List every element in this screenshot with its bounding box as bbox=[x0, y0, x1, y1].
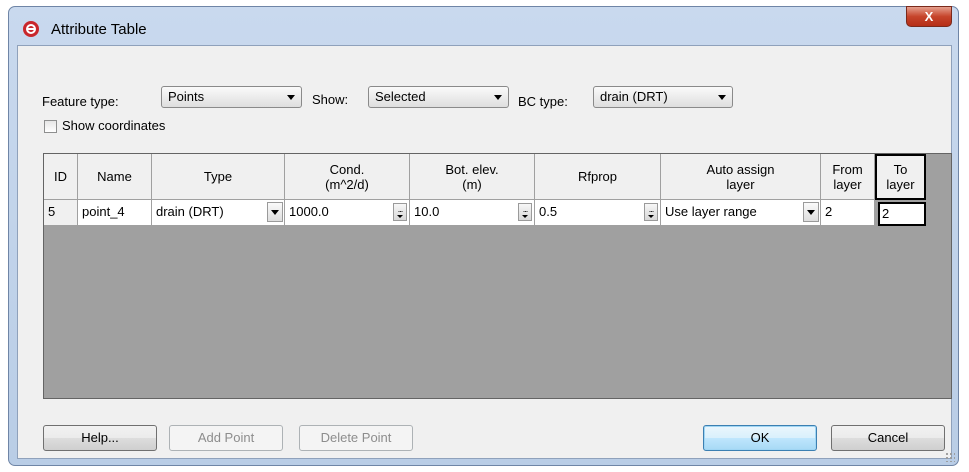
column-header-from-layer[interactable]: From layer bbox=[821, 154, 875, 200]
show-label: Show: bbox=[312, 92, 349, 107]
rfprop-value: 0.5 bbox=[539, 204, 558, 219]
cond-spinner[interactable]: ... bbox=[393, 203, 407, 221]
table-cell-bot-elev[interactable]: 10.0 ... bbox=[410, 200, 535, 226]
column-header-cond-line2: (m^2/d) bbox=[325, 176, 369, 192]
table-cell-to-layer[interactable]: 2 bbox=[878, 202, 926, 226]
column-header-name-label: Name bbox=[97, 169, 132, 184]
cancel-button[interactable]: Cancel bbox=[831, 425, 945, 451]
title-bar[interactable]: Attribute Table X bbox=[9, 6, 958, 47]
bc-type-value: drain (DRT) bbox=[600, 89, 668, 104]
column-header-bot-elev[interactable]: Bot. elev. (m) bbox=[410, 154, 535, 200]
column-header-auto-assign[interactable]: Auto assign layer bbox=[661, 154, 821, 200]
bot-elev-spinner[interactable]: ... bbox=[518, 203, 532, 221]
feature-type-value: Points bbox=[168, 89, 205, 104]
chevron-down-icon bbox=[287, 95, 295, 100]
chevron-down-icon bbox=[718, 95, 726, 100]
column-header-rfprop[interactable]: Rfprop bbox=[535, 154, 661, 200]
table-cell-name[interactable]: point_4 bbox=[78, 200, 152, 226]
resize-grip-icon[interactable] bbox=[945, 452, 955, 462]
bc-type-label: BC type: bbox=[518, 94, 568, 109]
window-title: Attribute Table bbox=[51, 21, 147, 38]
close-button[interactable]: X bbox=[906, 6, 952, 27]
column-header-name[interactable]: Name bbox=[78, 154, 152, 200]
feature-type-label: Feature type: bbox=[42, 94, 119, 109]
column-header-rfprop-label: Rfprop bbox=[577, 169, 618, 184]
bc-type-select[interactable]: drain (DRT) bbox=[593, 86, 733, 108]
show-value: Selected bbox=[375, 89, 426, 104]
column-header-cond-line1: Cond. bbox=[329, 161, 365, 177]
type-value: drain (DRT) bbox=[156, 204, 224, 219]
attribute-table-window: Attribute Table X Feature type: Points S… bbox=[8, 6, 959, 466]
table-cell-rfprop[interactable]: 0.5 ... bbox=[535, 200, 661, 226]
show-coordinates-label[interactable]: Show coordinates bbox=[62, 118, 165, 133]
column-header-id[interactable]: ID bbox=[44, 154, 78, 200]
table-cell-cond[interactable]: 1000.0 ... bbox=[285, 200, 410, 226]
feature-type-select[interactable]: Points bbox=[161, 86, 302, 108]
cond-value: 1000.0 bbox=[289, 204, 329, 219]
table-row-id[interactable]: 5 bbox=[44, 200, 78, 226]
attribute-grid[interactable]: ID Name Type Cond. (m^2/d) Bot. elev. (m… bbox=[43, 153, 952, 399]
table-cell-auto-assign[interactable]: Use layer range bbox=[661, 200, 821, 226]
auto-assign-dropdown-button[interactable] bbox=[803, 202, 819, 222]
column-header-id-label: ID bbox=[54, 169, 67, 184]
column-header-type-label: Type bbox=[203, 169, 233, 184]
column-header-from-layer-line2: layer bbox=[833, 176, 862, 192]
column-header-to-layer-line1: To bbox=[893, 162, 908, 177]
column-header-from-layer-line1: From bbox=[832, 161, 863, 177]
column-header-to-layer-line2: layer bbox=[886, 177, 915, 192]
column-header-bot-elev-line1: Bot. elev. bbox=[445, 161, 499, 177]
bot-elev-value: 10.0 bbox=[414, 204, 440, 219]
table-cell-from-layer[interactable]: 2 bbox=[821, 200, 875, 226]
delete-point-button[interactable]: Delete Point bbox=[299, 425, 413, 451]
add-point-button[interactable]: Add Point bbox=[169, 425, 283, 451]
ok-button[interactable]: OK bbox=[703, 425, 817, 451]
column-header-auto-assign-line2: layer bbox=[726, 176, 755, 192]
show-select[interactable]: Selected bbox=[368, 86, 509, 108]
rfprop-spinner[interactable]: ... bbox=[644, 203, 658, 221]
column-header-cond[interactable]: Cond. (m^2/d) bbox=[285, 154, 410, 200]
column-header-bot-elev-line2: (m) bbox=[462, 176, 482, 192]
help-button[interactable]: Help... bbox=[43, 425, 157, 451]
show-coordinates-checkbox[interactable] bbox=[44, 120, 57, 133]
column-header-to-layer[interactable]: To layer bbox=[875, 154, 926, 200]
column-header-auto-assign-line1: Auto assign bbox=[706, 161, 775, 177]
column-header-type[interactable]: Type bbox=[152, 154, 285, 200]
table-cell-type[interactable]: drain (DRT) bbox=[152, 200, 285, 226]
chevron-down-icon bbox=[494, 95, 502, 100]
type-dropdown-button[interactable] bbox=[267, 202, 283, 222]
auto-assign-value: Use layer range bbox=[665, 204, 757, 219]
app-logo-icon bbox=[23, 21, 39, 37]
